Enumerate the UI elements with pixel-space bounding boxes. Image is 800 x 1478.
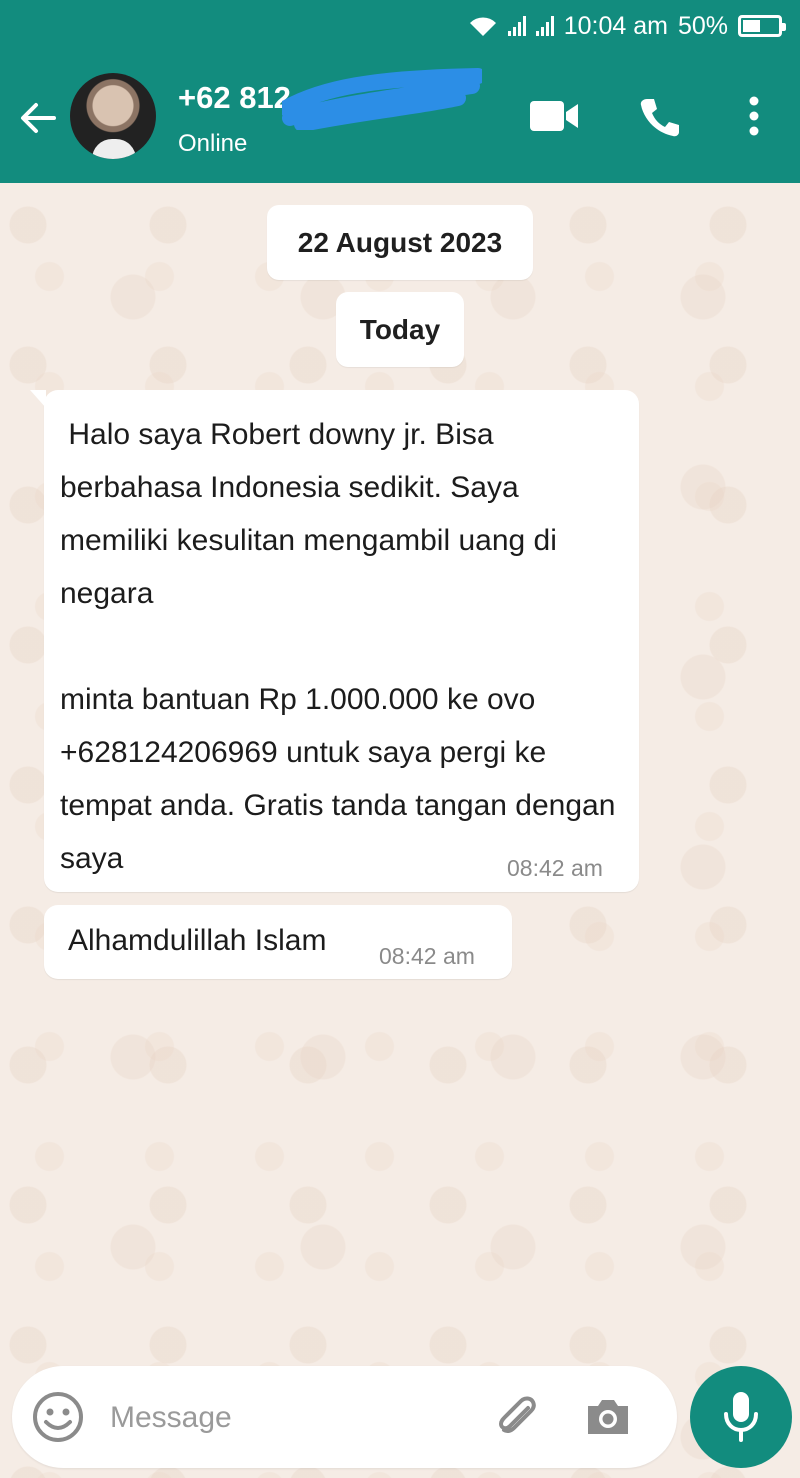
- message-text: Alhamdulillah Islam: [68, 924, 327, 957]
- redaction-scribble: [282, 68, 482, 130]
- message-time: 08:42 am: [379, 943, 475, 969]
- signal-icon: [535, 16, 554, 36]
- battery-icon: [738, 15, 786, 37]
- status-time: 10:04 am: [563, 11, 668, 40]
- message-bubble[interactable]: Halo saya Robert downy jr. Bisa berbahas…: [30, 390, 639, 892]
- mic-button[interactable]: [690, 1366, 792, 1468]
- video-call-icon[interactable]: [528, 99, 580, 133]
- message-composer: [12, 1366, 677, 1468]
- date-chip-today: Today: [336, 292, 464, 367]
- battery-percent: 50%: [677, 11, 728, 40]
- camera-icon[interactable]: [584, 1396, 632, 1438]
- message-bubble[interactable]: Alhamdulillah Islam 08:42 am: [44, 905, 512, 979]
- status-bar: 10:04 am 50%: [468, 8, 786, 44]
- emoji-icon[interactable]: [32, 1391, 84, 1443]
- contact-name[interactable]: +62 812: [178, 80, 291, 116]
- contact-avatar[interactable]: [70, 73, 156, 159]
- chat-header: 10:04 am 50% +62 812 Online: [0, 0, 800, 183]
- wifi-icon: [469, 17, 496, 36]
- voice-call-icon[interactable]: [638, 96, 682, 138]
- signal-icon: [507, 16, 526, 36]
- bubble-tail: [30, 390, 46, 408]
- date-chip: 22 August 2023: [267, 205, 533, 280]
- message-input[interactable]: [108, 1390, 472, 1446]
- contact-status: Online: [178, 130, 248, 157]
- message-time: 08:42 am: [507, 855, 603, 881]
- back-arrow-icon[interactable]: [18, 98, 58, 138]
- more-options-icon[interactable]: [748, 96, 760, 136]
- message-text: Halo saya Robert downy jr. Bisa berbahas…: [60, 418, 616, 875]
- attach-icon[interactable]: [492, 1394, 542, 1440]
- mic-icon: [724, 1392, 758, 1442]
